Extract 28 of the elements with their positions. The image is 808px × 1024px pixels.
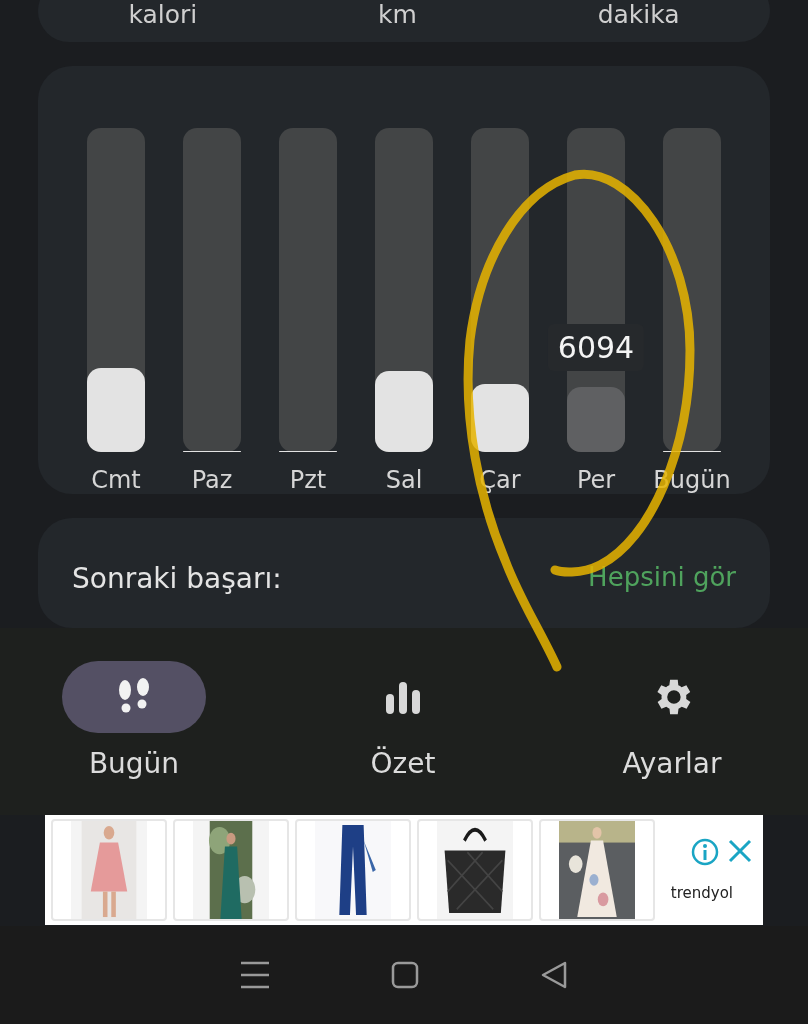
- nav-tab[interactable]: Bugün: [62, 661, 206, 815]
- product-card[interactable]: [295, 819, 411, 921]
- bar-track[interactable]: [279, 127, 337, 452]
- bar-track[interactable]: [87, 127, 145, 452]
- nav-tab[interactable]: Ayarlar: [600, 661, 744, 815]
- product-card[interactable]: [539, 819, 655, 921]
- bar-track[interactable]: [471, 127, 529, 452]
- day-label: Pzt: [289, 465, 327, 494]
- bar-track[interactable]: [375, 127, 433, 452]
- product-card[interactable]: [173, 819, 289, 921]
- product-card[interactable]: [417, 819, 533, 921]
- stat-label: dakika: [597, 0, 680, 30]
- see-all-link[interactable]: Hepsini gör: [588, 561, 736, 592]
- menu-icon[interactable]: [240, 961, 271, 989]
- info-icon[interactable]: [691, 838, 719, 866]
- stat-label: km: [378, 0, 417, 30]
- home-icon[interactable]: [391, 961, 419, 989]
- day-label: Paz: [191, 465, 233, 494]
- bar-chart-icon: [384, 680, 422, 714]
- back-icon[interactable]: [539, 961, 568, 989]
- bar-track[interactable]: [183, 127, 241, 452]
- nav-tab[interactable]: Özet: [331, 661, 475, 815]
- day-label: Per: [576, 465, 616, 494]
- day-label: Sal: [385, 465, 423, 494]
- section-title: Sonraki başarı:: [72, 561, 282, 595]
- stat-label: kalori: [128, 0, 198, 30]
- brand-logo[interactable]: trendyol: [670, 884, 733, 902]
- day-label: Cmt: [91, 465, 141, 494]
